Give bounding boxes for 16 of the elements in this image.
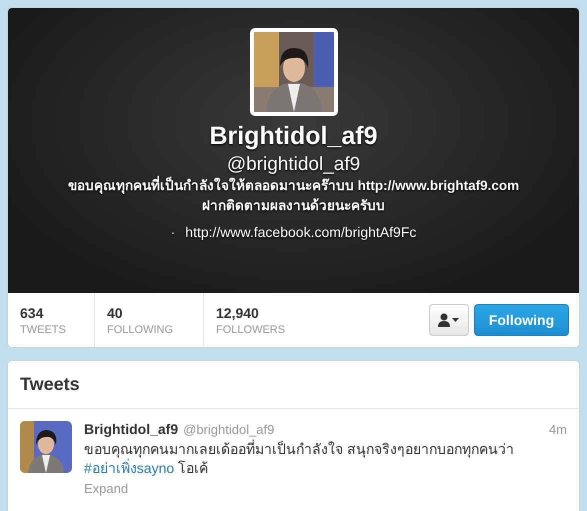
stat-link[interactable]: 40 FOLLOWING xyxy=(95,293,204,347)
tweet-handle: @brightidol_af9 xyxy=(183,422,274,437)
stat-link[interactable]: 12,940 FOLLOWERS xyxy=(204,293,298,347)
bio-text: ฝากติดตามผลงานด้วยนะครับบ xyxy=(202,197,385,215)
bio-text: ขอบคุณทุกคนที่เป็นกำลังใจให้ตลอดมานะคร๊าบบ http://www.brightaf9.com xyxy=(68,176,520,196)
profile-handle: @brightidol_af9 xyxy=(226,154,360,176)
user-actions-button[interactable] xyxy=(429,304,469,336)
tweet-author[interactable]: Brightidol_af9 xyxy=(84,421,178,437)
separator-dot: · xyxy=(170,224,176,240)
tweet-text: ขอบคุณทุกคนมากเลยเด้ออที่มาเป็นกำลังใจ สนุกจริงๆอยากบอกทุกคนว่า #อย่าเพิ่งsayno โอเค้ xyxy=(84,440,515,478)
profile-link[interactable]: http://www.facebook.com/brightAf9Fc xyxy=(185,224,416,240)
tweets-heading: Tweets xyxy=(8,361,579,409)
stat-link[interactable]: 634 TWEETS xyxy=(8,293,95,347)
hashtag-link[interactable]: #อย่าเพิ่งsayno xyxy=(84,460,174,476)
profile-name: Brightidol_af9 xyxy=(209,122,378,151)
person-icon xyxy=(438,313,460,327)
